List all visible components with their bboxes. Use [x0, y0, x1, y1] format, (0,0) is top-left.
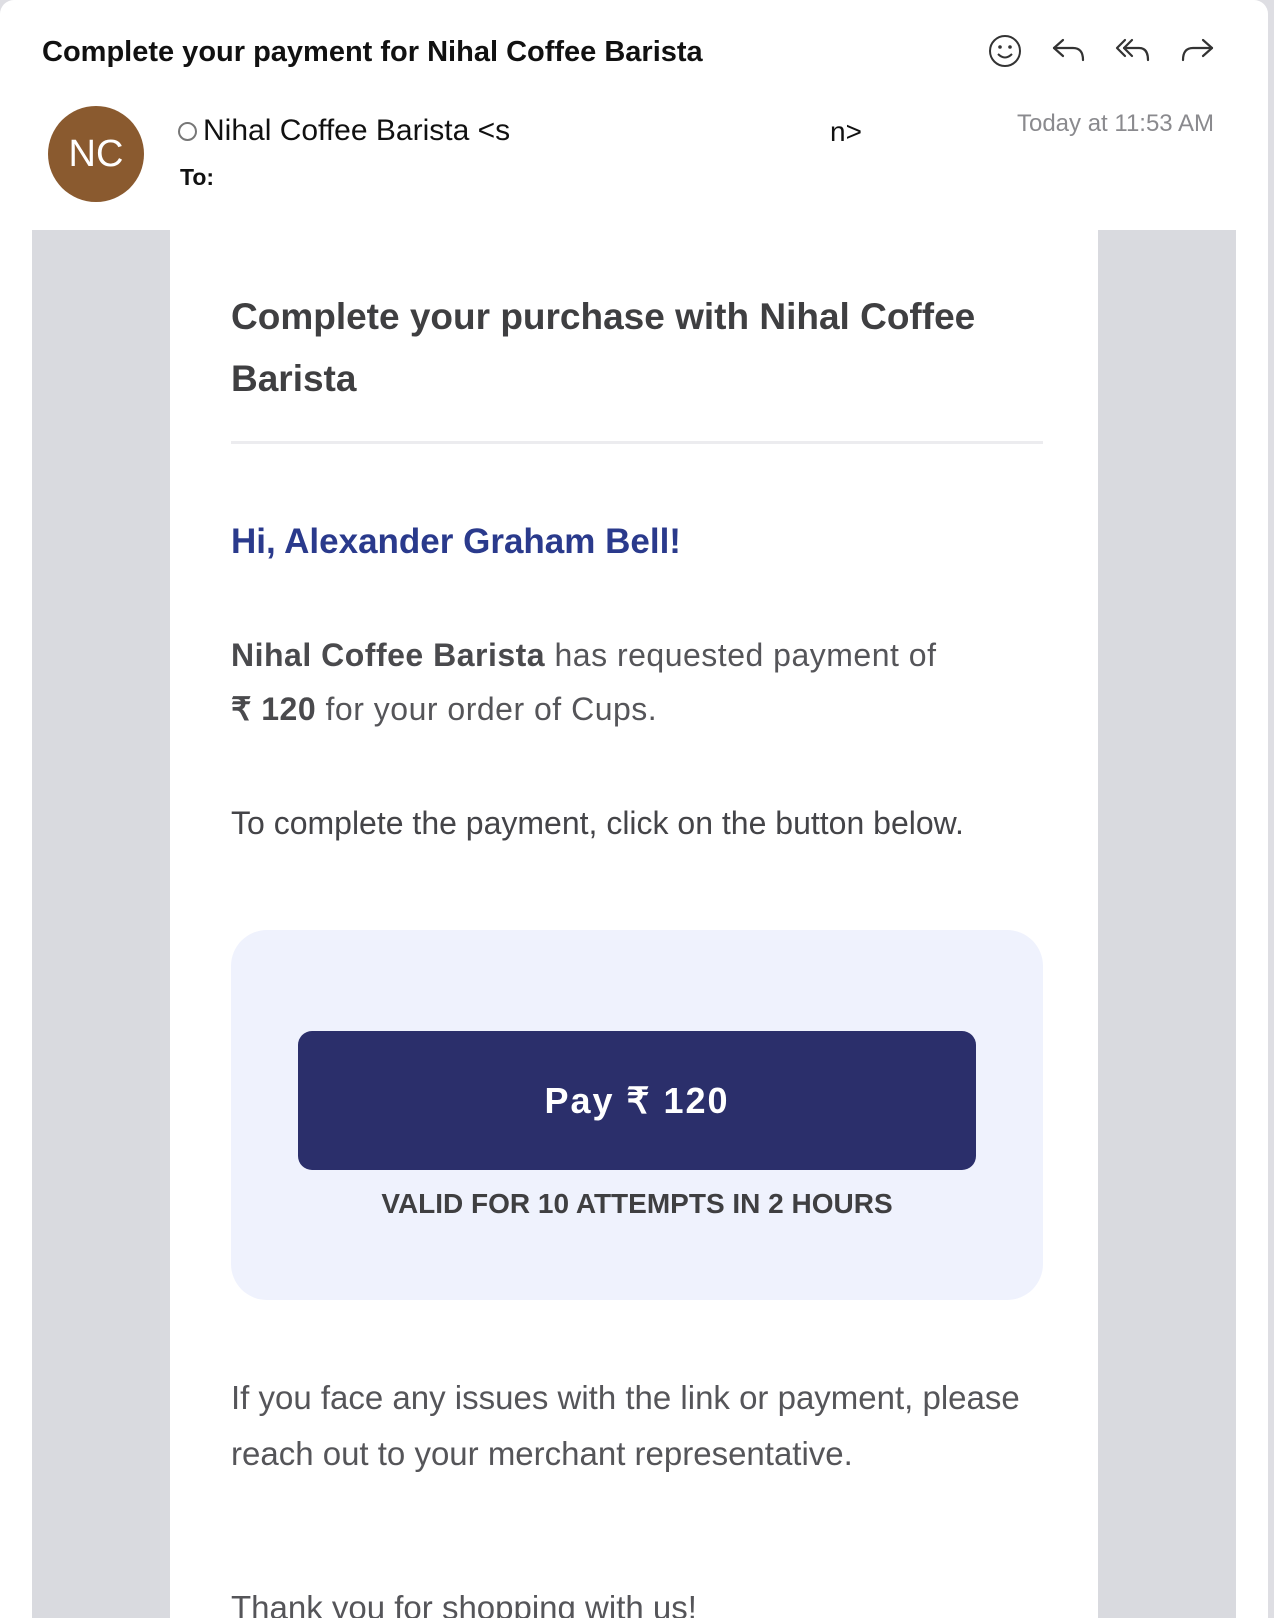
payment-box: Pay ₹ 120 VALID FOR 10 ATTEMPTS IN 2 HOU…: [231, 930, 1043, 1300]
message-toolbar: [986, 32, 1216, 70]
closing-text: Thank you for shopping with us!: [231, 1589, 697, 1618]
greeting: Hi, Alexander Graham Bell!: [231, 522, 681, 561]
payment-request-text: Nihal Coffee Barista has requested payme…: [231, 628, 1043, 736]
request-text: has requested payment of: [545, 637, 937, 673]
forward-icon: [1181, 38, 1214, 62]
pay-button[interactable]: Pay ₹ 120: [298, 1031, 976, 1170]
sender-row: Nihal Coffee Barista <s: [178, 114, 510, 148]
sender-address-end[interactable]: n>: [830, 116, 862, 148]
reply-all-button[interactable]: [1114, 32, 1152, 70]
forward-button[interactable]: [1178, 32, 1216, 70]
to-label: To:: [180, 164, 215, 190]
merchant-name: Nihal Coffee Barista: [231, 637, 546, 673]
instruction-text: To complete the payment, click on the bu…: [231, 805, 964, 841]
email-card: Complete your purchase with Nihal Coffee…: [170, 230, 1098, 1618]
sender-name[interactable]: Nihal Coffee Barista <s: [203, 114, 510, 148]
email-subject: Complete your payment for Nihal Coffee B…: [42, 36, 703, 68]
mail-window: Complete your payment for Nihal Coffee B…: [0, 0, 1268, 1618]
unread-status-icon[interactable]: [178, 121, 197, 141]
reply-all-icon: [1115, 38, 1150, 62]
emoji-reaction-button[interactable]: [986, 32, 1024, 70]
order-text: for your order of Cups.: [316, 691, 658, 727]
reply-icon: [1052, 38, 1085, 62]
email-title: Complete your purchase with Nihal Coffee…: [231, 296, 976, 399]
reply-button[interactable]: [1050, 32, 1088, 70]
support-text: If you face any issues with the link or …: [231, 1379, 1020, 1472]
divider: [231, 441, 1043, 444]
validity-note: VALID FOR 10 ATTEMPTS IN 2 HOURS: [381, 1188, 893, 1219]
emoji-icon: [989, 35, 1021, 67]
payment-amount: ₹ 120: [231, 691, 317, 727]
message-timestamp: Today at 11:53 AM: [1016, 110, 1214, 137]
sender-avatar: NC: [48, 106, 144, 202]
